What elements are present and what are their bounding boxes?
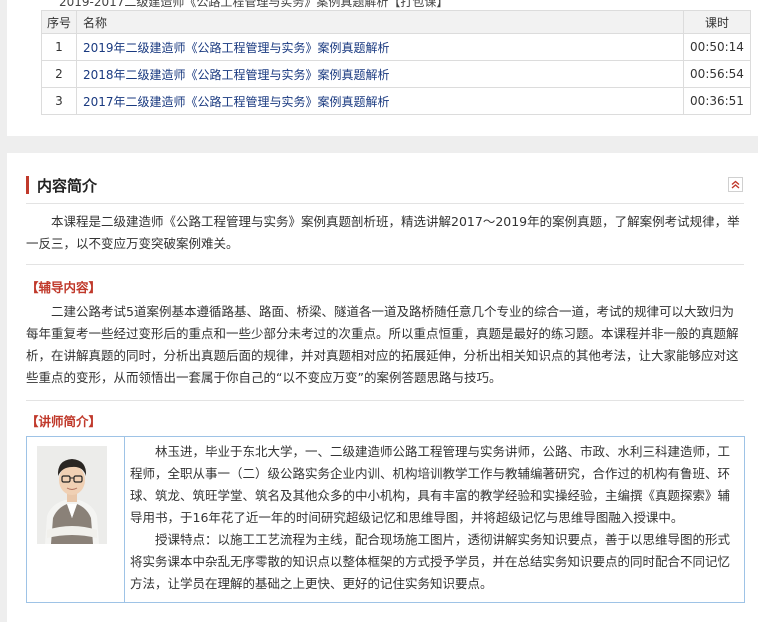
teacher-portrait-image bbox=[37, 446, 107, 544]
lesson-list-panel: 2019-2017二级建造师《公路工程管理与实务》案例真题解析【打包课】 序号 … bbox=[7, 0, 758, 136]
header-name: 名称 bbox=[76, 10, 684, 34]
header-index: 序号 bbox=[41, 10, 77, 34]
teacher-photo-cell bbox=[27, 437, 125, 602]
teacher-label: 【讲师简介】 bbox=[26, 414, 102, 429]
row-name-cell: 2018年二级建造师《公路工程管理与实务》案例真题解析 bbox=[76, 60, 684, 88]
section-title: 内容简介 bbox=[37, 176, 98, 195]
teacher-box: 林玉进，毕业于东北大学，一、二级建造师公路工程管理与实务讲师，公路、市政、水利三… bbox=[26, 436, 745, 603]
row-time: 00:56:54 bbox=[683, 60, 751, 88]
section-accent-bar bbox=[26, 176, 29, 194]
lessons-table: 序号 名称 课时 1 2019年二级建造师《公路工程管理与实务》案例真题解析 0… bbox=[41, 10, 751, 115]
row-time: 00:36:51 bbox=[683, 87, 751, 115]
row-index: 2 bbox=[41, 60, 77, 88]
teacher-photo bbox=[37, 446, 107, 544]
guide-label: 【辅导内容】 bbox=[26, 280, 102, 295]
row-time: 00:50:14 bbox=[683, 33, 751, 61]
row-index: 1 bbox=[41, 33, 77, 61]
table-header-row: 序号 名称 课时 bbox=[41, 10, 751, 34]
double-chevron-up-icon bbox=[731, 180, 740, 189]
row-index: 3 bbox=[41, 87, 77, 115]
lesson-link[interactable]: 2017年二级建造师《公路工程管理与实务》案例真题解析 bbox=[83, 95, 390, 109]
teacher-bio: 林玉进，毕业于东北大学，一、二级建造师公路工程管理与实务讲师，公路、市政、水利三… bbox=[130, 444, 731, 525]
package-caption: 2019-2017二级建造师《公路工程管理与实务》案例真题解析【打包课】 bbox=[59, 0, 449, 9]
table-row[interactable]: 1 2019年二级建造师《公路工程管理与实务》案例真题解析 00:50:14 bbox=[41, 33, 751, 61]
lesson-link[interactable]: 2018年二级建造师《公路工程管理与实务》案例真题解析 bbox=[83, 68, 390, 82]
section-header: 内容简介 bbox=[26, 175, 97, 195]
intro-paragraph: 本课程是二级建造师《公路工程管理与实务》案例真题剖析班，精选讲解2017～201… bbox=[26, 214, 740, 251]
teaching-style: 授课特点：以施工工艺流程为主线，配合现场施工图片，透彻讲解实务知识要点，善于以思… bbox=[130, 532, 731, 591]
divider bbox=[26, 264, 744, 265]
teacher-description: 林玉进，毕业于东北大学，一、二级建造师公路工程管理与实务讲师，公路、市政、水利三… bbox=[130, 441, 736, 595]
header-time: 课时 bbox=[683, 10, 751, 34]
divider bbox=[26, 400, 744, 401]
table-row[interactable]: 2 2018年二级建造师《公路工程管理与实务》案例真题解析 00:56:54 bbox=[41, 60, 751, 88]
collapse-button[interactable] bbox=[728, 177, 743, 192]
course-intro-panel: 内容简介 本课程是二级建造师《公路工程管理与实务》案例真题剖析班，精选讲解201… bbox=[7, 153, 758, 622]
lesson-link[interactable]: 2019年二级建造师《公路工程管理与实务》案例真题解析 bbox=[83, 41, 390, 55]
header-divider bbox=[26, 203, 744, 204]
row-name-cell: 2017年二级建造师《公路工程管理与实务》案例真题解析 bbox=[76, 87, 684, 115]
table-row[interactable]: 3 2017年二级建造师《公路工程管理与实务》案例真题解析 00:36:51 bbox=[41, 87, 751, 115]
row-name-cell: 2019年二级建造师《公路工程管理与实务》案例真题解析 bbox=[76, 33, 684, 61]
guide-paragraph: 二建公路考试5道案例基本遵循路基、路面、桥梁、隧道各一道及路桥随任意几个专业的综… bbox=[26, 304, 739, 385]
